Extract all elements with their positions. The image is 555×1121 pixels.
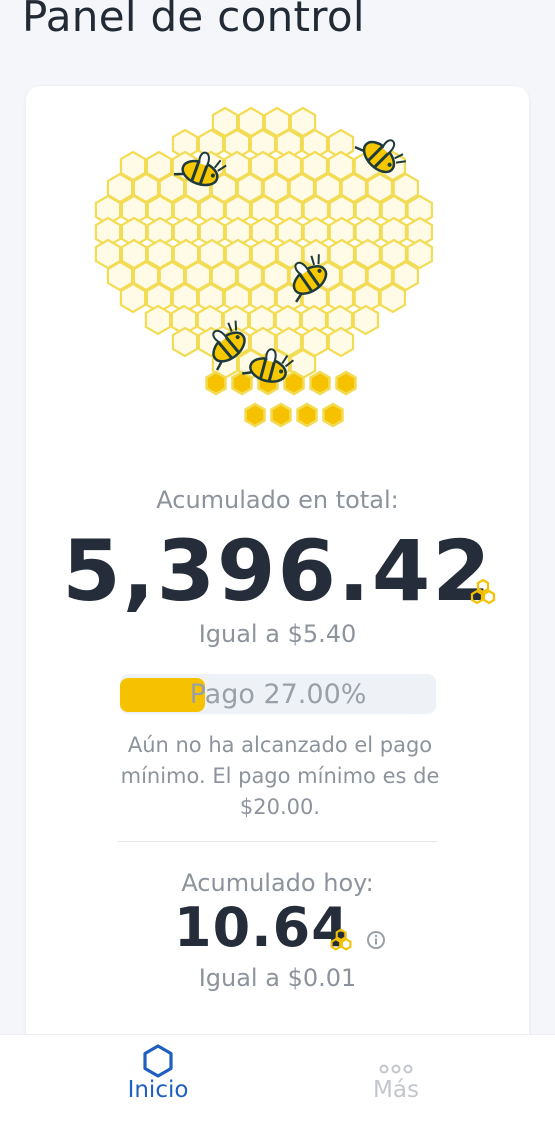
minimum-payout-note: Aún no ha alcanzado el pago mínimo. El p…: [120, 733, 440, 819]
page-title: Panel de control: [22, 0, 365, 41]
honeycomb-coin-icon: [470, 578, 496, 605]
more-dots-icon: [379, 1064, 413, 1074]
total-row: 5,396.42: [26, 522, 529, 620]
tab-home-label: Inicio: [127, 1077, 189, 1103]
payout-progress-label: Pago 27.00%: [189, 679, 367, 710]
total-equivalent: Igual a $5.40: [198, 620, 357, 648]
honeycomb-coin-icon: [330, 928, 352, 951]
tab-more[interactable]: Más: [326, 1035, 466, 1121]
today-equivalent: Igual a $0.01: [198, 964, 357, 992]
bottom-tab-bar: Inicio Más: [0, 1034, 555, 1121]
today-accumulated-value: 10.64: [174, 896, 350, 959]
accumulated-today-label: Acumulado hoy:: [181, 869, 374, 897]
accumulated-total-label: Acumulado en total:: [156, 486, 399, 514]
tab-home[interactable]: Inicio: [88, 1035, 228, 1121]
tab-more-label: Más: [373, 1077, 419, 1103]
hexagon-home-icon: [143, 1044, 173, 1078]
total-accumulated-value: 5,396.42: [62, 522, 493, 620]
today-row: 10.64: [26, 896, 529, 966]
payout-progress-bar: Pago 27.00%: [120, 674, 436, 714]
info-icon[interactable]: [366, 930, 386, 950]
honeycomb-hive-illustration: [94, 106, 433, 428]
divider: [118, 841, 438, 842]
